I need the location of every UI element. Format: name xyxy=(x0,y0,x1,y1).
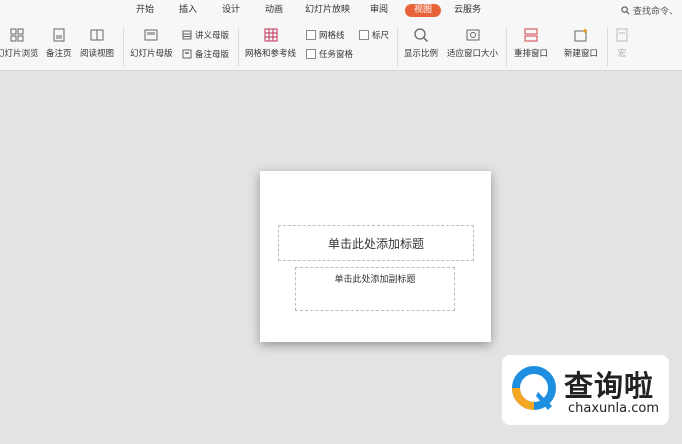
notes-master-icon xyxy=(182,49,192,59)
handout-master-label: 讲义母版 xyxy=(195,31,230,41)
watermark-url: chaxunla.com xyxy=(568,401,659,416)
gridlines-checkbox[interactable]: 网格线 xyxy=(306,29,345,41)
task-pane-checkbox[interactable]: 任务窗格 xyxy=(306,48,353,60)
gridlines-label: 网格线 xyxy=(319,31,345,41)
book-icon xyxy=(89,27,105,43)
search-magnifier-logo-icon xyxy=(512,366,556,410)
slide-master-button[interactable]: 幻灯片母版 xyxy=(130,27,173,59)
handout-master-button[interactable]: 讲义母版 xyxy=(182,29,229,41)
grid-icon xyxy=(263,27,279,43)
ruler-checkbox[interactable]: 标尺 xyxy=(359,29,389,41)
arrange-windows-label: 重排窗口 xyxy=(514,49,549,59)
slide-browse-button[interactable]: 幻灯片浏览 xyxy=(0,27,39,59)
notes-master-label: 备注母版 xyxy=(195,50,230,60)
gridlines-check-box[interactable] xyxy=(306,30,316,40)
ruler-check-box[interactable] xyxy=(359,30,369,40)
search-label: 查找命令、 xyxy=(632,7,678,17)
ribbon-separator xyxy=(506,28,507,66)
slide-canvas[interactable]: 单击此处添加标题 单击此处添加副标题 xyxy=(260,171,491,342)
macro-label: 宏 xyxy=(617,49,627,59)
fit-window-label: 适应窗口大小 xyxy=(447,49,499,59)
watermark-logo: 查询啦 chaxunla.com xyxy=(502,355,669,425)
search-icon xyxy=(621,6,630,15)
menu-tab-bar: 开始 插入 设计 动画 幻灯片放映 审阅 视图 云服务 查找命令、 xyxy=(0,0,682,22)
zoom-label: 显示比例 xyxy=(404,49,439,59)
fit-window-button[interactable]: 适应窗口大小 xyxy=(447,27,498,59)
zoom-button[interactable]: 显示比例 xyxy=(404,27,438,59)
ruler-label: 标尺 xyxy=(372,31,390,41)
reading-view-label: 阅读视图 xyxy=(80,49,115,59)
tab-home[interactable]: 开始 xyxy=(136,4,154,17)
tab-design[interactable]: 设计 xyxy=(222,4,240,17)
slide-sorter-icon xyxy=(9,27,25,43)
tab-review[interactable]: 审阅 xyxy=(370,4,388,17)
slide-browse-label: 幻灯片浏览 xyxy=(0,49,39,59)
arrange-windows-icon xyxy=(523,27,539,43)
tab-animation[interactable]: 动画 xyxy=(265,4,283,17)
slide-master-icon xyxy=(143,27,159,43)
new-window-button[interactable]: 新建窗口 xyxy=(564,27,598,59)
grid-guides-button[interactable]: 网格和参考线 xyxy=(245,27,296,59)
notes-page-button[interactable]: 备注页 xyxy=(46,27,72,59)
tab-view[interactable]: 视图 xyxy=(405,4,442,17)
handout-icon xyxy=(182,30,192,40)
ribbon-separator xyxy=(238,28,239,66)
grid-guides-label: 网格和参考线 xyxy=(245,49,297,59)
slide-master-label: 幻灯片母版 xyxy=(130,49,173,59)
fit-window-icon xyxy=(465,27,481,43)
notes-page-label: 备注页 xyxy=(46,49,72,59)
ribbon-separator xyxy=(397,28,398,66)
new-window-icon xyxy=(573,27,589,43)
notes-page-icon xyxy=(51,27,67,43)
watermark-brand: 查询啦 xyxy=(564,369,655,403)
ribbon-separator xyxy=(607,28,608,66)
reading-view-button[interactable]: 阅读视图 xyxy=(80,27,114,59)
tab-cloud-service[interactable]: 云服务 xyxy=(454,4,481,17)
subtitle-placeholder[interactable]: 单击此处添加副标题 xyxy=(295,267,455,311)
tab-insert[interactable]: 插入 xyxy=(179,4,197,17)
title-placeholder-text: 单击此处添加标题 xyxy=(327,236,424,251)
title-placeholder[interactable]: 单击此处添加标题 xyxy=(278,225,474,261)
zoom-icon xyxy=(413,27,429,43)
task-pane-label: 任务窗格 xyxy=(319,50,354,60)
macro-icon xyxy=(614,27,630,43)
ribbon-separator xyxy=(123,28,124,66)
view-ribbon: 幻灯片浏览 备注页 阅读视图 幻灯片母版 讲义母版 备注母版 网格和参考线 网格… xyxy=(0,22,682,71)
tab-slideshow[interactable]: 幻灯片放映 xyxy=(305,4,350,17)
command-search[interactable]: 查找命令、 xyxy=(621,4,678,17)
macro-button[interactable]: 宏 xyxy=(614,27,630,59)
subtitle-placeholder-text: 单击此处添加副标题 xyxy=(334,275,416,285)
task-pane-check-box[interactable] xyxy=(306,49,316,59)
notes-master-button[interactable]: 备注母版 xyxy=(182,48,229,60)
new-window-label: 新建窗口 xyxy=(564,49,599,59)
arrange-windows-button[interactable]: 重排窗口 xyxy=(514,27,548,59)
